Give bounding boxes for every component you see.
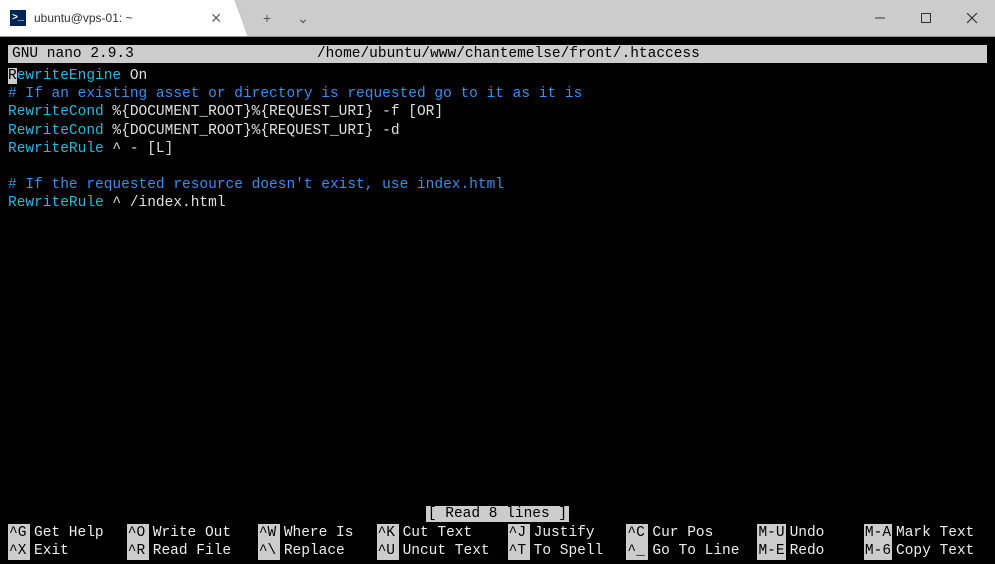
shortcut-item: M-E Redo <box>757 542 855 560</box>
shortcut-label: Go To Line <box>652 542 739 560</box>
shortcut-key: ^O <box>127 524 149 542</box>
editor-line: RewriteCond %{DOCUMENT_ROOT}%{REQUEST_UR… <box>8 103 987 121</box>
nano-filename: /home/ubuntu/www/chantemelse/front/.htac… <box>154 45 863 63</box>
nano-keyword: RewriteCond <box>8 123 104 139</box>
tab-dropdown-button[interactable]: ⌄ <box>287 2 319 34</box>
nano-header-spacer <box>863 45 983 63</box>
shortcut-item: ^RRead File <box>127 542 250 560</box>
nano-titlebar: GNU nano 2.9.3 /home/ubuntu/www/chanteme… <box>8 45 987 63</box>
shortcut-key: ^W <box>258 524 280 542</box>
nano-keyword: RewriteRule <box>8 141 104 157</box>
shortcut-item: ^XExit <box>8 542 119 560</box>
shortcut-label: Uncut Text <box>403 542 490 560</box>
shortcut-key: ^K <box>377 524 399 542</box>
nano-keyword: RewriteCond <box>8 104 104 120</box>
window-titlebar: >_ ubuntu@vps-01: ~ ✕ + ⌄ <box>0 0 995 37</box>
shortcut-item: ^\Replace <box>258 542 369 560</box>
powershell-icon: >_ <box>10 10 26 26</box>
close-tab-icon[interactable]: ✕ <box>206 10 226 27</box>
shortcut-key: ^\ <box>258 542 280 560</box>
shortcut-label: Cut Text <box>403 524 473 542</box>
shortcut-item: ^CCur Pos <box>626 524 749 542</box>
nano-status-line: [ Read 8 lines ] <box>8 505 987 523</box>
shortcut-label: Read File <box>153 542 231 560</box>
tab-controls: + ⌄ <box>235 0 319 36</box>
editor-line: RewriteCond %{DOCUMENT_ROOT}%{REQUEST_UR… <box>8 122 987 140</box>
shortcut-label: Mark Text <box>896 524 974 542</box>
shortcut-label: Where Is <box>284 524 354 542</box>
nano-status-text: [ Read 8 lines ] <box>426 506 569 522</box>
window-controls <box>857 0 995 36</box>
shortcut-label: Justify <box>534 524 595 542</box>
minimize-icon <box>875 13 885 23</box>
close-icon <box>967 13 978 24</box>
terminal-viewport[interactable]: GNU nano 2.9.3 /home/ubuntu/www/chanteme… <box>0 37 995 564</box>
editor-line: RewriteEngine On <box>8 67 987 85</box>
shortcut-key: M-A <box>864 524 892 542</box>
shortcut-label: Get Help <box>34 524 104 542</box>
cursor: R <box>8 68 17 84</box>
tab-title: ubuntu@vps-01: ~ <box>34 11 198 25</box>
nano-comment: # If an existing asset or directory is r… <box>8 86 582 102</box>
shortcut-key: ^C <box>626 524 648 542</box>
shortcut-key: ^T <box>508 542 530 560</box>
editor-line: # If an existing asset or directory is r… <box>8 85 987 103</box>
shortcut-item: ^KCut Text <box>377 524 500 542</box>
shortcut-item: ^GGet Help <box>8 524 119 542</box>
editor-content[interactable]: RewriteEngine On # If an existing asset … <box>8 65 987 505</box>
shortcut-key: ^J <box>508 524 530 542</box>
editor-line: RewriteRule ^ /index.html <box>8 194 987 212</box>
shortcut-item: ^UUncut Text <box>377 542 500 560</box>
nano-version: GNU nano 2.9.3 <box>12 45 154 63</box>
shortcut-label: Exit <box>34 542 69 560</box>
shortcut-key: ^X <box>8 542 30 560</box>
nano-comment: # If the requested resource doesn't exis… <box>8 177 504 193</box>
editor-line: RewriteRule ^ - [L] <box>8 140 987 158</box>
shortcut-label: Copy Text <box>896 542 974 560</box>
nano-text: %{DOCUMENT_ROOT}%{REQUEST_URI} -f [OR] <box>104 104 443 120</box>
shortcut-item: M-AMark Text <box>864 524 987 542</box>
nano-keyword: ewriteEngine <box>17 68 121 84</box>
shortcut-item: ^JJustify <box>508 524 619 542</box>
shortcut-key: M-6 <box>864 542 892 560</box>
editor-line: # If the requested resource doesn't exis… <box>8 176 987 194</box>
titlebar-spacer <box>319 0 857 36</box>
maximize-icon <box>921 13 931 23</box>
shortcut-label: Write Out <box>153 524 231 542</box>
shortcut-item: ^TTo Spell <box>508 542 619 560</box>
nano-text: ^ - [L] <box>104 141 174 157</box>
shortcut-item: ^OWrite Out <box>127 524 250 542</box>
nano-text: On <box>121 68 147 84</box>
shortcut-key: M-E <box>757 542 785 560</box>
shortcut-item: ^_Go To Line <box>626 542 749 560</box>
shortcut-key: ^U <box>377 542 399 560</box>
shortcut-label: Replace <box>284 542 345 560</box>
terminal-tab[interactable]: >_ ubuntu@vps-01: ~ ✕ <box>0 0 235 36</box>
shortcut-key: ^_ <box>626 542 648 560</box>
editor-line <box>8 158 987 176</box>
shortcut-label: Redo <box>790 542 825 560</box>
shortcut-key: ^R <box>127 542 149 560</box>
shortcut-item: M-6Copy Text <box>864 542 987 560</box>
shortcut-label: Cur Pos <box>652 524 713 542</box>
shortcut-label: To Spell <box>534 542 604 560</box>
nano-shortcuts: ^GGet Help ^OWrite Out ^WWhere Is ^KCut Tex… <box>8 523 987 560</box>
shortcut-label: Undo <box>790 524 825 542</box>
shortcut-item: ^WWhere Is <box>258 524 369 542</box>
maximize-button[interactable] <box>903 2 949 34</box>
close-window-button[interactable] <box>949 2 995 34</box>
nano-text: ^ /index.html <box>104 195 226 211</box>
nano-keyword: RewriteRule <box>8 195 104 211</box>
new-tab-button[interactable]: + <box>251 2 283 34</box>
shortcut-key: M-U <box>757 524 785 542</box>
shortcut-item: M-U Undo <box>757 524 855 542</box>
minimize-button[interactable] <box>857 2 903 34</box>
shortcut-key: ^G <box>8 524 30 542</box>
nano-text: %{DOCUMENT_ROOT}%{REQUEST_URI} -d <box>104 123 400 139</box>
